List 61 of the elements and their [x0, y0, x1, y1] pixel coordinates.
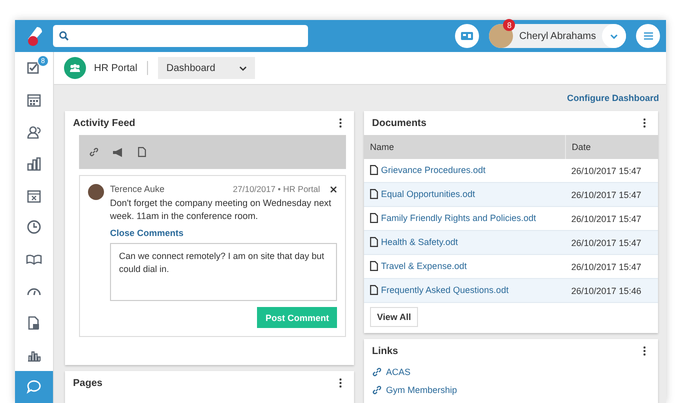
panel-title: Links	[372, 346, 398, 356]
document-icon	[370, 284, 378, 294]
document-icon	[26, 315, 42, 332]
link-item[interactable]: ACAS	[364, 363, 658, 381]
more-options-icon[interactable]	[339, 118, 342, 128]
link-item[interactable]: Gym Membership	[364, 381, 658, 399]
document-icon	[370, 212, 378, 222]
more-options-icon[interactable]	[339, 378, 342, 388]
document-link[interactable]: Travel & Expense.odt	[370, 260, 467, 270]
panel-title: Activity Feed	[73, 118, 136, 128]
id-card-icon	[461, 32, 474, 40]
notification-badge: 8	[503, 19, 516, 31]
logo-icon	[25, 25, 43, 47]
post-text: Don't forget the company meeting on Wednesday next week. 11am in the conference room.	[110, 197, 332, 223]
org-icon	[26, 156, 42, 172]
megaphone-icon[interactable]	[113, 148, 124, 156]
author-name: Terence Auke	[110, 184, 165, 194]
link-icon	[372, 385, 382, 395]
panel-title: Pages	[73, 378, 102, 388]
document-icon	[370, 260, 378, 270]
link-icon	[372, 367, 382, 377]
document-icon[interactable]	[138, 147, 146, 157]
view-all-button[interactable]: View All	[370, 307, 418, 327]
search-icon	[59, 31, 69, 41]
link-icon[interactable]	[89, 147, 99, 157]
close-icon[interactable]	[330, 186, 337, 192]
close-comments-link[interactable]: Close Comments	[110, 228, 337, 238]
menu-icon	[644, 32, 652, 40]
people-icon	[26, 124, 42, 140]
column-header[interactable]: Name	[364, 135, 566, 159]
group-icon	[64, 57, 86, 79]
configure-dashboard-link[interactable]: Configure Dashboard	[566, 93, 659, 103]
more-options-icon[interactable]	[643, 118, 646, 128]
sidebar-item[interactable]	[15, 371, 53, 403]
table-cell: 26/10/2017 15:47	[565, 182, 658, 206]
document-link[interactable]: Health & Safety.odt	[370, 236, 458, 246]
calendar-icon	[26, 92, 42, 108]
table-cell: 26/10/2017 15:46	[565, 278, 658, 302]
avatar	[88, 184, 104, 200]
avatar	[489, 24, 514, 48]
id-card-button[interactable]	[455, 24, 480, 48]
calendar-x-icon	[26, 188, 42, 204]
panel-title: Documents	[372, 118, 426, 128]
document-icon	[370, 236, 378, 246]
document-link[interactable]: Grievance Procedures.odt	[370, 164, 486, 174]
search-field[interactable]	[53, 25, 308, 47]
more-options-icon[interactable]	[643, 346, 646, 356]
post-meta: 27/10/2017 • HR Portal	[232, 184, 320, 194]
clock-icon	[26, 219, 42, 236]
table-cell: 26/10/2017 15:47	[565, 230, 658, 254]
view-dropdown[interactable]: Dashboard	[158, 57, 256, 79]
chat-icon	[26, 379, 42, 396]
chevron-down-icon	[610, 34, 618, 38]
menu-button[interactable]	[636, 24, 660, 48]
chevron-down-icon	[239, 66, 248, 70]
site-name[interactable]: HR Portal	[94, 62, 138, 74]
document-icon	[370, 164, 378, 174]
comment-field[interactable]: Can we connect remotely? I am on site that day but could dial in.	[110, 243, 337, 301]
column-header[interactable]: Date	[565, 135, 658, 159]
document-icon	[370, 188, 378, 198]
document-link[interactable]: Family Friendly Rights and Policies.odt	[370, 212, 536, 222]
